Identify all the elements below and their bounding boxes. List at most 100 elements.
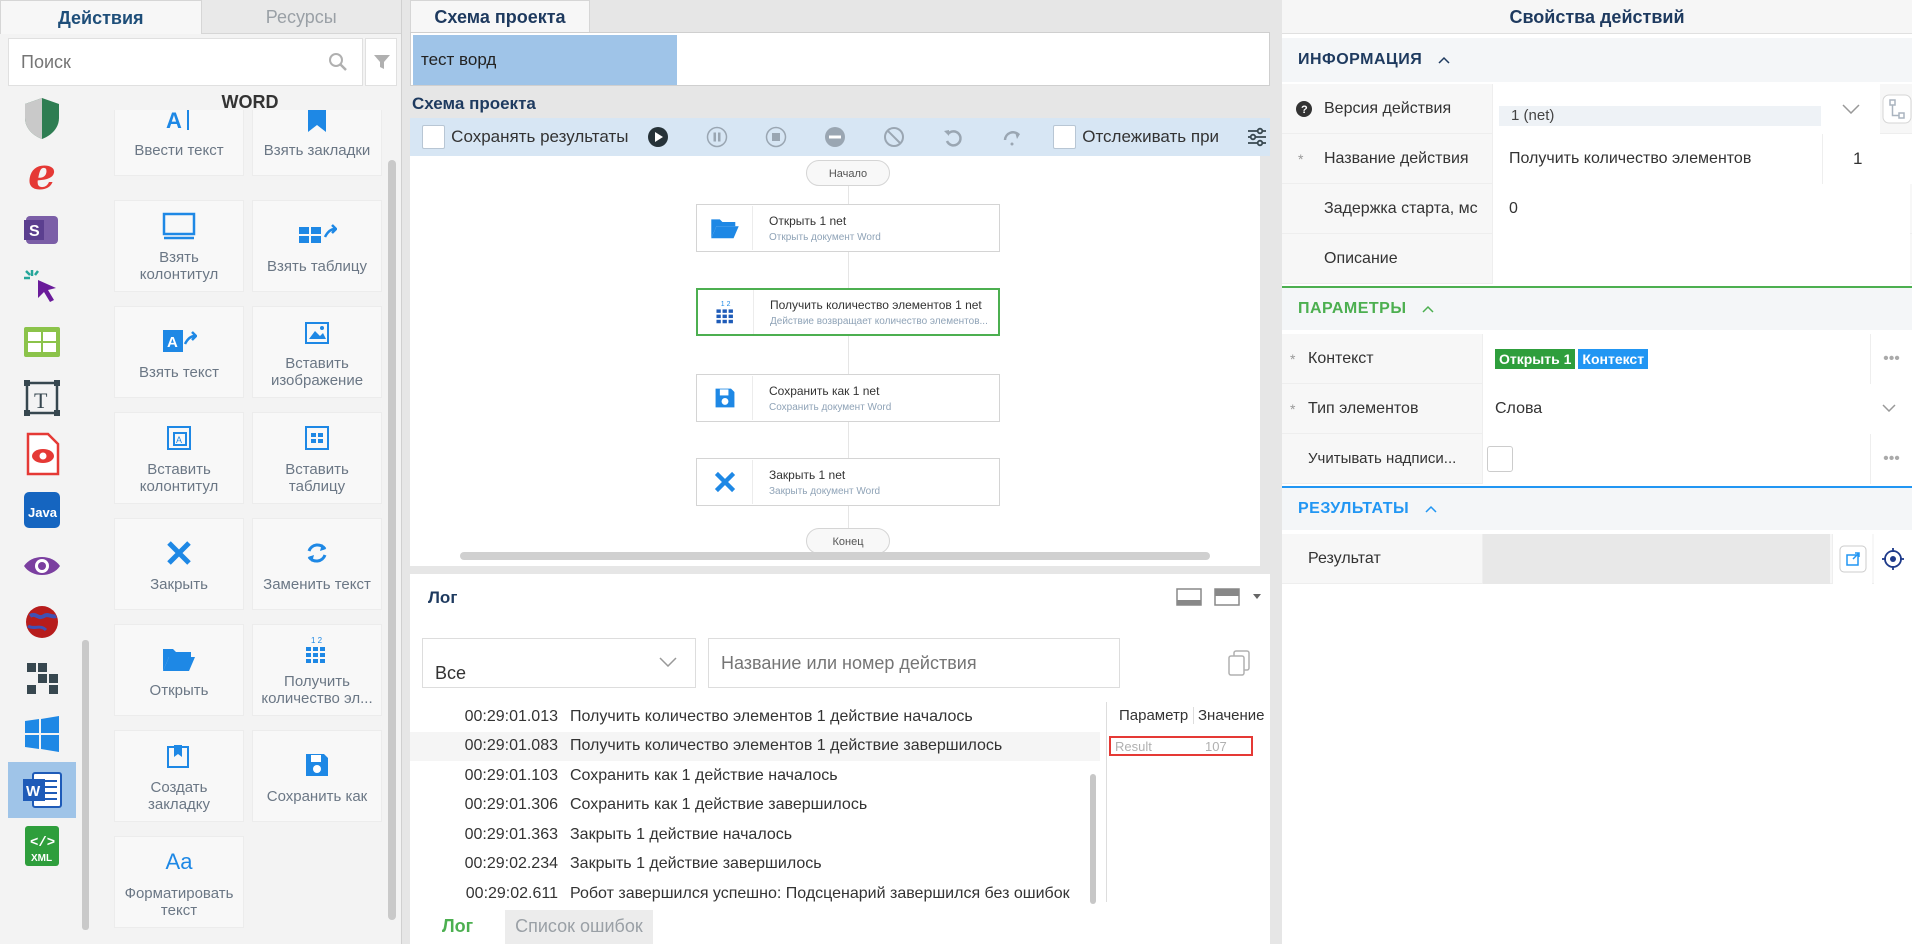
log-filter-dropdown[interactable]: Все [422, 638, 696, 688]
tree-structure-icon[interactable] [1882, 94, 1912, 124]
chevron-up-icon [1438, 56, 1450, 64]
spreadsheet-icon[interactable] [8, 314, 76, 370]
log-text: Робот завершился успешно: Подсценарий за… [570, 884, 1070, 902]
layout-top-icon[interactable] [1214, 588, 1240, 606]
action-card-type-text[interactable]: A Ввести текст [114, 110, 244, 176]
log-row[interactable]: 00:29:01.013 Получить количество элементо… [410, 702, 1100, 732]
pdf-viewer-icon[interactable] [8, 426, 76, 482]
minus-icon[interactable] [821, 123, 848, 151]
log-search-input[interactable] [709, 639, 1119, 687]
more-options-icon[interactable]: ••• [1870, 334, 1912, 384]
windows-icon[interactable] [8, 706, 76, 762]
category-icon-column: e S T Java W </> XML [8, 90, 76, 944]
action-card-get-bookmarks[interactable]: Взять закладки [252, 110, 382, 176]
shield-icon[interactable] [8, 90, 76, 146]
ie-icon[interactable]: e [8, 146, 76, 202]
name-input[interactable]: Получить количество элементов [1492, 134, 1822, 184]
flow-node-close[interactable]: Закрыть 1 net Закрыть документ Word [696, 458, 1000, 506]
help-icon[interactable]: ? [1296, 100, 1312, 117]
stop-icon[interactable] [762, 123, 789, 151]
result-value[interactable] [1482, 534, 1830, 584]
action-card-format-text[interactable]: Aa Форматировать текст [114, 836, 244, 928]
type-select[interactable]: Слова [1482, 384, 1912, 434]
action-card-insert-header[interactable]: A Вставить колонтитул [114, 412, 244, 504]
context-value[interactable]: Открыть 1 Контекст [1482, 334, 1870, 384]
word-icon[interactable]: W [8, 762, 76, 818]
inscriptions-checkbox[interactable] [1487, 446, 1513, 472]
save-results-checkbox[interactable] [422, 125, 446, 149]
web-globe-icon[interactable] [8, 594, 76, 650]
pause-icon[interactable] [703, 123, 730, 151]
action-card-get-header[interactable]: Взять колонтитул [114, 200, 244, 292]
tab-actions[interactable]: Действия [0, 0, 202, 34]
eye-icon[interactable] [8, 538, 76, 594]
flow-node-save-as[interactable]: Сохранить как 1 net Сохранить документ Wo… [696, 374, 1000, 422]
app: Действия Ресурсы e S T Java W </> XML [0, 0, 1919, 944]
name-number[interactable]: 1 [1822, 134, 1912, 184]
flow-end[interactable]: Конец [806, 528, 890, 554]
section-params[interactable]: ПАРАМЕТРЫ [1282, 286, 1912, 330]
tab-project-schema[interactable]: Схема проекта [410, 0, 590, 32]
document-tab[interactable]: тест ворд [413, 35, 677, 85]
context-tag[interactable]: Открыть 1 [1495, 349, 1576, 369]
action-card-replace-text[interactable]: Заменить текст [252, 518, 382, 610]
section-results[interactable]: РЕЗУЛЬТАТЫ [1282, 486, 1912, 530]
action-card-insert-image[interactable]: Вставить изображение [252, 306, 382, 398]
redo-icon[interactable] [998, 123, 1025, 151]
delay-input[interactable]: 0 [1492, 184, 1910, 234]
tab-error-list[interactable]: Список ошибок [505, 910, 653, 944]
log-time: 00:29:01.013 [464, 707, 558, 725]
click-cursor-icon[interactable] [8, 258, 76, 314]
log-scrollbar[interactable] [1090, 774, 1096, 904]
action-card-create-bookmark[interactable]: Создать закладку [114, 730, 244, 822]
log-row[interactable]: 00:29:01.306 Сохранить как 1 действие зав… [410, 791, 1100, 821]
flow-node-open[interactable]: Открыть 1 net Открыть документ Word [696, 204, 1000, 252]
java-icon[interactable]: Java [8, 482, 76, 538]
target-button[interactable] [1874, 534, 1912, 584]
actions-scrollbar[interactable] [388, 160, 396, 920]
section-info[interactable]: ИНФОРМАЦИЯ [1282, 38, 1912, 82]
action-card-get-text[interactable]: A Взять текст [114, 306, 244, 398]
xml-icon[interactable]: </> XML [8, 818, 76, 874]
settings-sliders-icon[interactable] [1243, 123, 1270, 151]
log-row[interactable]: 00:29:01.083 Получить количество элементо… [410, 731, 1100, 761]
undo-icon[interactable] [939, 123, 966, 151]
search-icon[interactable] [328, 52, 348, 72]
layout-bottom-icon[interactable] [1176, 588, 1202, 606]
target-icon [1882, 548, 1904, 570]
qr-blocks-icon[interactable] [8, 650, 76, 706]
param-row-highlighted[interactable]: Result 107 [1109, 736, 1253, 756]
action-cards: A Ввести текст Взять закладки Взять колон… [110, 110, 390, 940]
chevron-down-icon[interactable] [1252, 593, 1262, 601]
log-row[interactable]: 00:29:02.611 Робот завершился успешно: По… [410, 879, 1100, 902]
log-row[interactable]: 00:29:01.103 Сохранить как 1 действие нач… [410, 761, 1100, 791]
search-input[interactable] [9, 39, 309, 85]
icon-column-scrollbar[interactable] [82, 640, 89, 930]
sharepoint-icon[interactable]: S [8, 202, 76, 258]
log-row[interactable]: 00:29:02.234 Закрыть 1 действие завершило… [410, 850, 1100, 880]
copy-icon[interactable] [1228, 650, 1250, 676]
tab-resources[interactable]: Ресурсы [201, 0, 401, 34]
play-icon[interactable] [644, 123, 671, 151]
description-input[interactable] [1492, 234, 1910, 284]
flow-start[interactable]: Начало [806, 160, 890, 186]
version-select[interactable]: 1 (net) [1492, 84, 1880, 134]
text-box-icon[interactable]: T [8, 370, 76, 426]
action-card-close[interactable]: Закрыть [114, 518, 244, 610]
action-card-insert-table[interactable]: Вставить таблицу [252, 412, 382, 504]
block-icon[interactable] [880, 123, 907, 151]
more-options-icon[interactable]: ••• [1870, 434, 1912, 484]
action-card-count-elements[interactable]: 1 2 Получить количество эл... [252, 624, 382, 716]
flow-node-count-elements[interactable]: 1 2 Получить количество элементов 1 net Д… [696, 288, 1000, 336]
track-checkbox[interactable] [1053, 125, 1077, 149]
context-tag[interactable]: Контекст [1578, 349, 1649, 369]
action-card-open[interactable]: Открыть [114, 624, 244, 716]
canvas-scrollbar[interactable] [460, 552, 1210, 560]
export-button[interactable] [1832, 534, 1872, 584]
action-card-save-as[interactable]: Сохранить как [252, 730, 382, 822]
tab-log[interactable]: Лог [410, 910, 506, 944]
filter-button[interactable] [365, 38, 397, 86]
flow-canvas[interactable]: Начало Открыть 1 net Открыть документ Wor… [410, 156, 1260, 566]
action-card-get-table[interactable]: Взять таблицу [252, 200, 382, 292]
log-row[interactable]: 00:29:01.363 Закрыть 1 действие началось [410, 820, 1100, 850]
